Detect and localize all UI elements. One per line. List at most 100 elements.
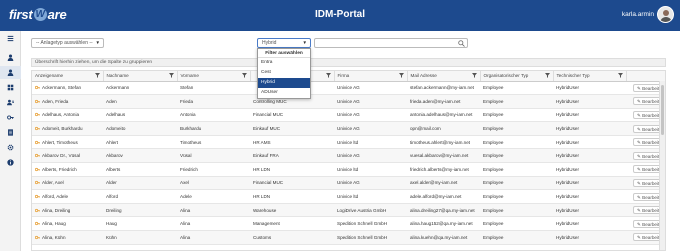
table-cell: alina.dreiling27@qa.my-iam.net xyxy=(407,203,480,218)
table-cell: Aden, Frieda xyxy=(32,94,103,109)
table-row[interactable]: Alina, Dreiling Dreiling Alina Warehouse Log… xyxy=(32,203,665,218)
dropdown-header: Filter auswählen xyxy=(258,49,310,58)
cell-value: Haug xyxy=(106,221,117,227)
filter-icon[interactable] xyxy=(398,73,404,78)
table-cell: HybridUser xyxy=(553,94,626,109)
table-row[interactable]: Ackermann, Stefan Ackermann Stefan Univice … xyxy=(32,81,665,96)
cell-value: Alina, Haug xyxy=(42,221,66,227)
settings-icon[interactable] xyxy=(0,141,21,154)
hybrid-filter-select[interactable]: Hybrid ▼ xyxy=(257,38,311,48)
table-row[interactable]: Alberts, Friedrich Alberts Friedrich HR LDN… xyxy=(32,162,665,177)
table-cell: Alina, Dreiling xyxy=(32,203,103,218)
cell-value: Aden, Frieda xyxy=(42,98,69,104)
column-header[interactable]: Firma xyxy=(334,71,408,82)
filter-icon[interactable] xyxy=(471,73,477,78)
table-row[interactable]: Alina, Haug Haug Alina Management Spedition … xyxy=(32,216,665,232)
cell-value: HybridUser xyxy=(556,207,579,213)
cell-value: Akbarov Dr., Vüsal xyxy=(42,153,81,159)
cell-value: Alford, Adele xyxy=(42,194,69,200)
table-row[interactable]: Alford, Adele Alford Adele HR LDN Univice lt… xyxy=(32,189,665,204)
cell-value: axel.alder@my-iam.net xyxy=(410,180,458,186)
table-cell: Univice AG xyxy=(334,121,407,136)
column-header[interactable]: Vorname xyxy=(177,71,251,82)
table-row[interactable]: Alder, Axel Alder Axel Financial MUC Univice… xyxy=(32,176,665,191)
table-row[interactable]: Alina, Kühn Kühn Alina Customs Spedition Sch… xyxy=(32,230,665,245)
table-cell: Spedition Schnell GmbH xyxy=(334,216,407,232)
column-header[interactable]: Anzeigename xyxy=(32,71,104,82)
cell-value: Employee xyxy=(483,126,504,132)
cell-value: HybridUser xyxy=(556,85,579,91)
group-drop-zone[interactable]: Überschrift hierhin ziehen, um die Spalt… xyxy=(31,58,666,67)
cell-value: Univice ltd xyxy=(337,139,359,145)
filter-icon[interactable] xyxy=(544,73,550,78)
table-cell: Adelhaus, Antonia xyxy=(32,108,103,123)
column-header[interactable] xyxy=(626,71,665,82)
cell-value: frieda.aden@my-iam.net xyxy=(410,98,461,104)
grid-icon[interactable] xyxy=(0,81,21,94)
cell-value: HybridUser xyxy=(556,234,579,240)
search-icon[interactable] xyxy=(458,40,465,47)
filter-icon[interactable] xyxy=(241,73,247,78)
table-cell: Axel xyxy=(177,176,250,191)
dropdown-option-entra[interactable]: Entra xyxy=(258,58,310,68)
table-cell: Univice AG xyxy=(334,108,407,123)
account-type-select[interactable]: -- Anlagetyp auswählen -- ▼ xyxy=(31,38,104,48)
cell-value: HybridUser xyxy=(556,153,579,159)
scrollbar-thumb[interactable] xyxy=(661,85,664,135)
vertical-scrollbar[interactable] xyxy=(659,81,665,250)
cell-value: Adomeit, Burkhardu xyxy=(42,126,83,132)
table-cell: HybridUser xyxy=(553,203,626,218)
table-cell: Einkauf MUC xyxy=(250,121,334,136)
column-header[interactable]: Mail Adresse xyxy=(407,71,481,82)
column-header[interactable]: Technischer Typ xyxy=(553,71,627,82)
user-active-icon[interactable] xyxy=(0,66,21,79)
table-row[interactable]: Adomeit, Burkhardu Adomeito Burkhardu Einka… xyxy=(32,121,665,136)
cell-value: Alina, Kühn xyxy=(42,234,66,240)
table-cell: vuesal.akbarov@my-iam.net xyxy=(407,148,480,164)
cell-value: Employee xyxy=(483,207,504,213)
filter-icon[interactable] xyxy=(617,73,623,78)
table-cell: Univice AG xyxy=(334,176,407,191)
cell-value: Alina, Dreiling xyxy=(42,207,71,213)
table-cell: Stefan xyxy=(177,81,250,96)
table-row[interactable]: Ahlert, Timotheus Ahlert Timotheus HR AMS Un… xyxy=(32,135,665,150)
avatar[interactable] xyxy=(657,6,674,23)
filter-icon[interactable] xyxy=(168,73,174,78)
cell-value: Ahlert xyxy=(106,139,119,145)
info-icon[interactable] xyxy=(0,156,21,169)
table-cell: HybridUser xyxy=(553,108,626,123)
dropdown-option-cest[interactable]: Cest xyxy=(258,68,310,78)
person-list-icon[interactable] xyxy=(0,96,21,109)
search-input[interactable] xyxy=(314,38,468,48)
table-row[interactable]: Adelhaus, Antonia Adelhaus Antonia Financia… xyxy=(32,108,665,123)
document-icon[interactable] xyxy=(0,126,21,139)
table-cell: Customs xyxy=(250,230,334,245)
table-cell: Vüsal xyxy=(177,148,250,164)
dropdown-option-hybrid[interactable]: Hybrid xyxy=(258,78,310,88)
cell-value: Alberts, Friedrich xyxy=(42,166,77,172)
cell-value: Alina xyxy=(180,234,191,240)
filter-icon[interactable] xyxy=(94,73,100,78)
user-name[interactable]: karla.armin xyxy=(622,11,654,18)
user-icon[interactable] xyxy=(0,51,21,64)
cell-value: Adomeito xyxy=(106,126,126,132)
cell-value: antonia.adelhaus@my-iam.net xyxy=(410,112,473,118)
menu-icon[interactable] xyxy=(0,32,21,45)
cell-value: Einkauf MUC xyxy=(253,126,281,132)
filter-icon[interactable] xyxy=(325,73,331,78)
dropdown-option-aduser[interactable]: ADUser xyxy=(258,88,310,98)
table-cell: LogiDrive Austria GmbH xyxy=(334,203,407,218)
cell-value: HybridUser xyxy=(556,126,579,132)
key-icon xyxy=(35,208,40,212)
key-icon[interactable] xyxy=(0,111,21,124)
column-header[interactable]: Nachname xyxy=(103,71,178,82)
table-cell: friedrich.alberts@my-iam.net xyxy=(407,162,480,177)
column-header[interactable]: Organisatorischer Typ xyxy=(480,71,554,82)
table-row[interactable]: Akbarov Dr., Vüsal Akbarov Vüsal Einkauf FR… xyxy=(32,148,665,164)
avatar-head xyxy=(663,10,669,16)
table-cell: Alberts xyxy=(103,162,177,177)
table-row[interactable]: Aden, Frieda Aden Frieda Controlling MUC Uni… xyxy=(32,94,665,109)
cell-value: Ackermann, Stefan xyxy=(42,85,82,91)
table-cell: HybridUser xyxy=(553,176,626,191)
cell-value: Kühn xyxy=(106,234,117,240)
